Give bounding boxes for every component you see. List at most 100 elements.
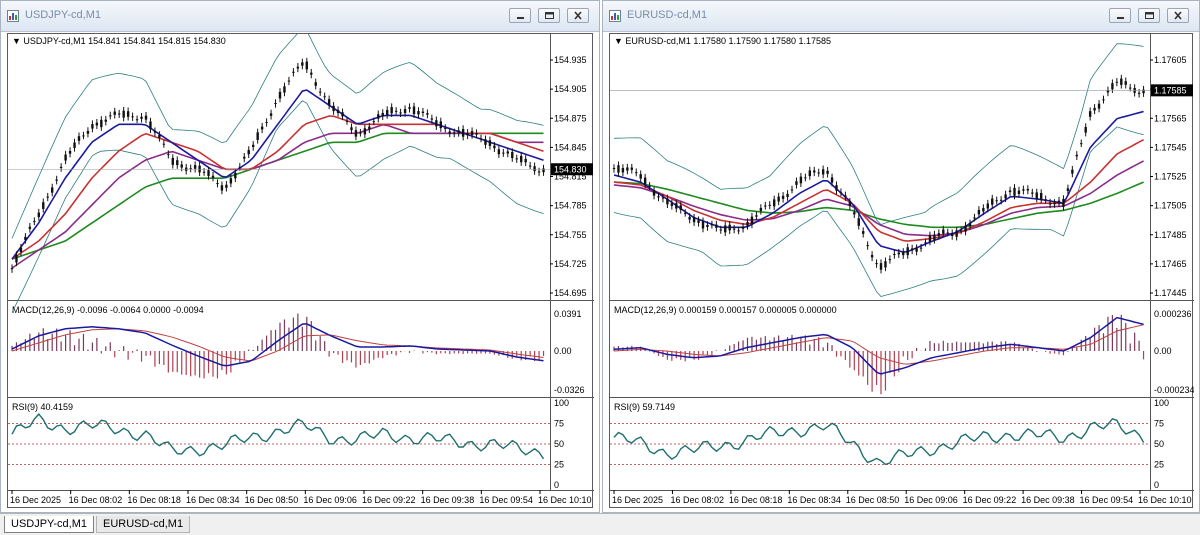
- candle-body: [977, 209, 981, 215]
- candle-body: [959, 230, 963, 232]
- price-axis-label: 1.17525: [1154, 172, 1187, 182]
- candle-body: [928, 235, 932, 242]
- rsi-axis-label: 25: [1154, 460, 1164, 470]
- maximize-button[interactable]: [538, 8, 560, 23]
- candle-body: [140, 116, 143, 119]
- close-button[interactable]: [567, 8, 589, 23]
- rsi-line: [11, 413, 545, 460]
- candle-body: [327, 99, 331, 106]
- window-title: EURUSD-cd,M1: [627, 9, 708, 21]
- candle-body: [741, 226, 745, 229]
- maximize-icon: [545, 12, 554, 19]
- close-button[interactable]: [1167, 8, 1189, 23]
- candle-body: [394, 110, 398, 112]
- candle-body: [1048, 202, 1052, 205]
- tab-usdjpy[interactable]: USDJPY-cd,M1: [4, 516, 95, 533]
- candle-body: [706, 224, 709, 228]
- window-titlebar[interactable]: EURUSD-cd,M1: [603, 1, 1199, 32]
- chart-area[interactable]: ▼ EURUSD-cd,M1 1.17580 1.17590 1.17580 1…: [609, 33, 1194, 509]
- candle-body: [617, 165, 620, 173]
- price-axis-label: 154.755: [554, 230, 587, 240]
- candle-body: [314, 82, 317, 86]
- candle-body: [848, 201, 852, 207]
- close-icon: [1174, 11, 1182, 20]
- candle-body: [888, 259, 892, 261]
- usdjpy-chart-canvas[interactable]: ▼ USDJPY-cd,M1 154.841 154.841 154.815 1…: [8, 34, 594, 509]
- candle-body: [408, 107, 411, 109]
- candle-body: [86, 130, 90, 134]
- time-axis-label: 16 Dec 09:06: [904, 495, 958, 505]
- candle-body: [879, 263, 883, 270]
- candle-body: [973, 217, 976, 219]
- candle-body: [692, 217, 696, 223]
- candle-body: [808, 170, 811, 177]
- candle-body: [511, 151, 514, 159]
- candle-body: [1035, 192, 1038, 199]
- time-axis-label: 16 Dec 10:10: [1138, 495, 1192, 505]
- candle-body: [234, 172, 237, 179]
- tab-eurusd[interactable]: EURUSD-cd,M1: [96, 516, 191, 533]
- chart-area[interactable]: ▼ USDJPY-cd,M1 154.841 154.841 154.815 1…: [7, 33, 594, 509]
- candle-body: [229, 178, 233, 184]
- rsi-axis-label: 25: [554, 460, 564, 470]
- minimize-button[interactable]: [509, 8, 531, 23]
- candle-body: [260, 126, 264, 130]
- eurusd-chart-canvas[interactable]: ▼ EURUSD-cd,M1 1.17580 1.17590 1.17580 1…: [610, 34, 1194, 509]
- candle-body: [359, 132, 362, 134]
- candle-body: [153, 131, 157, 133]
- candle-body: [435, 120, 438, 127]
- candle-body: [238, 166, 241, 168]
- price-axis-label: 1.17445: [1154, 288, 1187, 298]
- time-axis-label: 16 Dec 08:50: [245, 495, 299, 505]
- macd-axis-label: 0.00: [1154, 346, 1172, 356]
- candle-body: [1080, 143, 1083, 145]
- candle-body: [265, 122, 268, 124]
- price-axis-label: 154.785: [554, 201, 587, 211]
- candle-body: [710, 224, 714, 226]
- macd-axis-label: -0.000234: [1154, 385, 1194, 395]
- candle-body: [82, 135, 85, 137]
- maximize-button[interactable]: [1138, 8, 1160, 23]
- time-axis-label: 16 Dec 08:02: [69, 495, 123, 505]
- candle-body: [421, 111, 425, 113]
- candle-body: [211, 175, 215, 178]
- candle-body: [870, 254, 874, 258]
- time-axis-label: 16 Dec 09:38: [421, 495, 475, 505]
- candle-body: [19, 247, 23, 252]
- price-axis-label: 1.17505: [1154, 201, 1187, 211]
- candle-body: [381, 112, 384, 117]
- candle-body: [131, 116, 134, 118]
- ma-long-line: [11, 132, 544, 260]
- candle-body: [493, 145, 496, 149]
- macd-axis-label: -0.0326: [554, 385, 585, 395]
- rsi-axis-label: 75: [554, 419, 564, 429]
- candle-body: [193, 165, 197, 169]
- candle-body: [1120, 78, 1123, 85]
- candle-body: [515, 158, 518, 160]
- current-price-label: 154.830: [554, 164, 587, 174]
- candle-body: [951, 233, 954, 237]
- candle-body: [1137, 92, 1141, 94]
- candle-body: [906, 247, 909, 256]
- candle-body: [55, 179, 58, 181]
- chart-window-usdjpy[interactable]: USDJPY-cd,M1 ▼ USDJPY-cd,M1 154.841 154.…: [0, 0, 600, 513]
- rsi-pane-header: RSI(9) 40.4159: [12, 402, 73, 412]
- rsi-axis-label: 75: [1154, 419, 1164, 429]
- minimize-icon: [1117, 17, 1124, 19]
- candle-body: [728, 224, 731, 231]
- chart-window-eurusd[interactable]: EURUSD-cd,M1 ▼ EURUSD-cd,M1 1.17580 1.17…: [602, 0, 1200, 513]
- candle-body: [368, 126, 371, 130]
- window-titlebar[interactable]: USDJPY-cd,M1: [1, 1, 599, 32]
- minimize-button[interactable]: [1109, 8, 1131, 23]
- candle-body: [746, 221, 749, 226]
- rsi-axis-label: 50: [554, 439, 564, 449]
- candle-body: [524, 158, 527, 163]
- candle-body: [853, 212, 856, 215]
- candle-body: [386, 110, 389, 116]
- candle-body: [768, 204, 771, 206]
- candle-body: [537, 171, 541, 173]
- price-axis-label: 154.845: [554, 142, 587, 152]
- candle-body: [652, 190, 656, 196]
- candle-body: [1075, 154, 1078, 157]
- candle-body: [167, 154, 170, 156]
